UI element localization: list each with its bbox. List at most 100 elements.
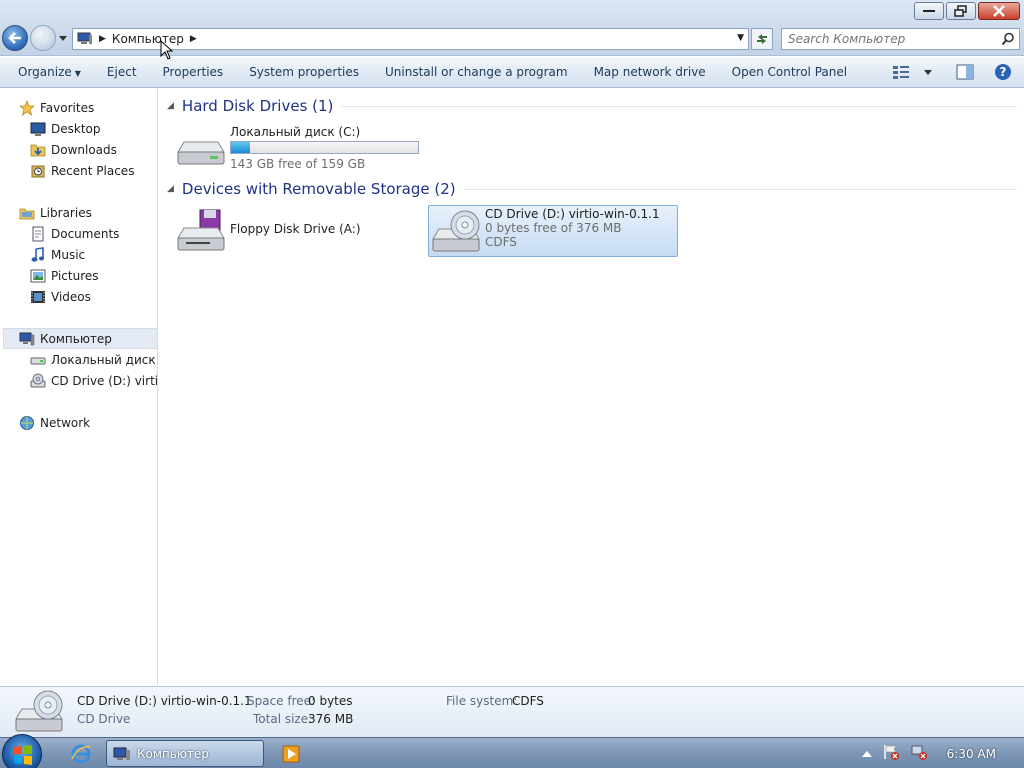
drive-tile-floppy[interactable]: Floppy Disk Drive (A:)	[176, 206, 421, 254]
breadcrumb-separator-icon[interactable]: ▶	[99, 34, 106, 44]
refresh-button[interactable]	[751, 28, 773, 50]
back-button[interactable]	[2, 25, 28, 51]
drive-info: Локальный диск (C:) 143 GB free of 159 G…	[230, 125, 419, 171]
chevron-down-icon	[59, 35, 67, 41]
address-history-dropdown[interactable]: ▼	[737, 33, 744, 43]
music-note-icon	[30, 246, 46, 263]
action-center-flag-icon[interactable]	[882, 743, 900, 764]
group-header-hard-disk-drives[interactable]: ◢ Hard Disk Drives (1)	[167, 97, 1017, 115]
nav-network-label: Network	[40, 415, 91, 430]
recent-pages-dropdown[interactable]	[58, 35, 68, 41]
organize-label: Organize	[18, 64, 72, 79]
search-box[interactable]	[781, 28, 1020, 50]
nav-item-downloads[interactable]: Downloads	[30, 139, 117, 160]
nav-item-desktop[interactable]: Desktop	[30, 118, 101, 139]
properties-button[interactable]: Properties	[150, 57, 237, 88]
nav-item-recent-places[interactable]: Recent Places	[30, 160, 134, 181]
view-controls: ?	[892, 63, 1012, 81]
command-bar: Organize ▼ Eject Properties System proper…	[0, 57, 1024, 88]
chevron-down-icon: ▼	[74, 68, 81, 78]
computer-icon	[113, 747, 130, 760]
capacity-bar-fill	[231, 142, 250, 153]
uninstall-program-button[interactable]: Uninstall or change a program	[372, 57, 581, 88]
media-player-icon	[282, 745, 300, 763]
minimize-icon	[923, 10, 935, 12]
navigation-pane: Favorites Desktop Downloads Recent Place…	[0, 89, 158, 685]
map-network-drive-button[interactable]: Map network drive	[581, 57, 719, 88]
pictures-icon	[30, 268, 46, 284]
network-status-icon[interactable]	[910, 743, 928, 764]
nav-libraries[interactable]: Libraries	[19, 202, 92, 223]
close-button[interactable]	[978, 2, 1020, 20]
nav-item-label: Desktop	[51, 121, 101, 136]
details-total-size-value: 376 MB	[308, 712, 354, 726]
network-icon	[19, 415, 35, 431]
cd-drive-icon	[15, 690, 63, 732]
help-icon[interactable]: ?	[994, 63, 1012, 81]
nav-item-music[interactable]: Music	[30, 244, 85, 265]
forward-button[interactable]	[30, 25, 56, 51]
drive-name: CD Drive (D:) virtio-win-0.1.1	[485, 207, 660, 221]
start-button[interactable]	[2, 734, 42, 768]
group-header-label: Devices with Removable Storage (2)	[181, 180, 456, 198]
taskbar-media-player[interactable]	[276, 741, 306, 767]
details-item-name: CD Drive (D:) virtio-win-0.1.1	[77, 694, 252, 708]
preview-pane-icon[interactable]	[956, 64, 974, 80]
taskbar: Компьютер 6:30 AM	[0, 734, 1024, 768]
taskbar-explorer-window[interactable]: Компьютер	[106, 740, 264, 767]
drive-tile-cd-drive[interactable]: CD Drive (D:) virtio-win-0.1.1 0 bytes f…	[428, 205, 678, 257]
eject-button[interactable]: Eject	[94, 57, 150, 88]
drive-tile-local-disk[interactable]: Локальный диск (C:) 143 GB free of 159 G…	[176, 124, 421, 172]
nav-network[interactable]: Network	[19, 412, 90, 433]
details-total-size-label: Total size:	[253, 712, 313, 726]
taskbar-clock[interactable]: 6:30 AM	[947, 747, 996, 761]
drive-free-space: 0 bytes free of 376 MB	[485, 221, 622, 235]
nav-item-label: Music	[51, 247, 86, 262]
taskbar-window-label: Компьютер	[137, 746, 209, 761]
breadcrumb-separator-icon[interactable]: ▶	[190, 34, 197, 44]
organize-button[interactable]: Organize ▼	[0, 57, 94, 88]
main-content: ◢ Hard Disk Drives (1) Локальный диск (C…	[159, 89, 1024, 685]
hard-drive-icon	[177, 141, 225, 165]
group-divider	[341, 105, 1017, 107]
details-space-free-value: 0 bytes	[308, 694, 353, 708]
taskbar-internet-explorer[interactable]	[60, 741, 102, 767]
nav-item-label: Локальный диск (C:)	[51, 352, 157, 367]
back-arrow-icon	[8, 32, 21, 44]
collapse-triangle-icon[interactable]: ◢	[167, 184, 174, 194]
desktop-icon	[30, 121, 46, 137]
minimize-button[interactable]	[914, 2, 944, 20]
show-hidden-icons-chevron-icon[interactable]	[861, 747, 872, 761]
svg-text:?: ?	[1000, 65, 1007, 79]
drive-info: Floppy Disk Drive (A:)	[230, 222, 361, 236]
forward-arrow-icon	[37, 32, 50, 44]
search-input[interactable]	[788, 32, 998, 46]
documents-icon	[30, 226, 46, 242]
nav-computer[interactable]: Компьютер	[3, 328, 157, 349]
nav-item-local-disk[interactable]: Локальный диск (C:)	[30, 349, 157, 370]
windows-logo-icon	[14, 745, 32, 765]
navigation-buttons	[2, 25, 68, 51]
group-header-removable-storage[interactable]: ◢ Devices with Removable Storage (2)	[167, 180, 1017, 198]
nav-item-videos[interactable]: Videos	[30, 286, 91, 307]
open-control-panel-button[interactable]: Open Control Panel	[719, 57, 860, 88]
collapse-triangle-icon[interactable]: ◢	[167, 101, 174, 111]
nav-item-pictures[interactable]: Pictures	[30, 265, 99, 286]
nav-item-cd-drive[interactable]: CD Drive (D:) virtio-win-0.1.1	[30, 370, 157, 391]
drive-name: Floppy Disk Drive (A:)	[230, 222, 361, 236]
internet-explorer-icon	[71, 744, 91, 764]
system-properties-button[interactable]: System properties	[236, 57, 372, 88]
details-filesystem-label: File system:	[446, 694, 518, 708]
nav-favorites-label: Favorites	[40, 100, 95, 115]
drive-info: CD Drive (D:) virtio-win-0.1.1 0 bytes f…	[485, 207, 660, 249]
videos-icon	[30, 289, 46, 305]
nav-item-documents[interactable]: Documents	[30, 223, 119, 244]
search-icon[interactable]	[1001, 32, 1015, 46]
restore-button[interactable]	[946, 2, 976, 20]
nav-favorites[interactable]: Favorites	[19, 97, 94, 118]
view-options-chevron-icon[interactable]	[924, 69, 932, 75]
change-view-icon[interactable]	[892, 64, 910, 80]
nav-libraries-label: Libraries	[40, 205, 92, 220]
nav-item-label: Pictures	[51, 268, 99, 283]
details-space-free-label: Space free:	[247, 694, 316, 708]
